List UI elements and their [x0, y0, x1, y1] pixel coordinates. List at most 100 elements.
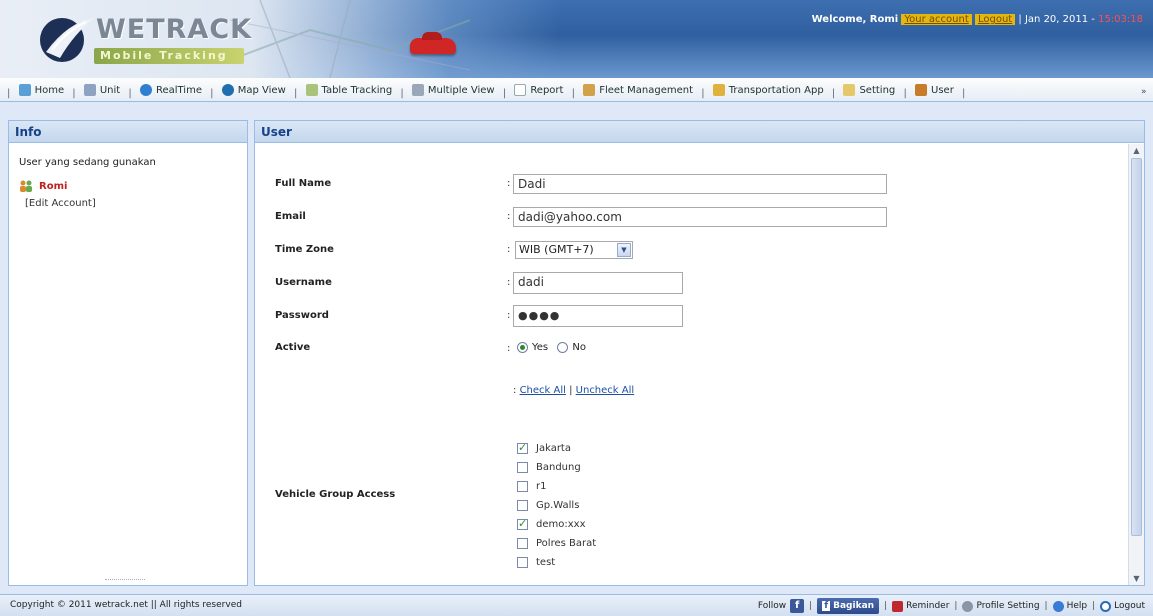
- menu-transportation-app[interactable]: Transportation App: [709, 78, 828, 102]
- vehicle-group-checkbox[interactable]: [517, 462, 528, 473]
- menu-user[interactable]: User: [911, 78, 958, 102]
- menu-label: Transportation App: [728, 84, 824, 96]
- vehicle-group-checkbox[interactable]: [517, 500, 528, 511]
- vehicle-group-name: test: [536, 557, 556, 568]
- footer-separator: |: [954, 601, 958, 611]
- scroll-up-icon[interactable]: ▲: [1132, 146, 1141, 155]
- user-icon: [915, 84, 928, 96]
- profile-setting-icon: [962, 600, 974, 612]
- colon: :: [507, 343, 511, 354]
- fleet-icon: [583, 84, 596, 96]
- footer-separator: |: [809, 601, 813, 611]
- footer-separator: |: [884, 601, 888, 611]
- colon: :: [507, 211, 511, 222]
- facebook-f-icon: f: [822, 601, 831, 611]
- scrollbar-thumb[interactable]: [1131, 158, 1142, 536]
- vehicle-group-checkbox[interactable]: [517, 441, 528, 454]
- report-icon: [514, 84, 527, 96]
- your-account-link[interactable]: Your account: [901, 14, 972, 25]
- password-label: Password: [275, 310, 329, 321]
- info-panel-body: User yang sedang gunakan Romi [Edit Acco…: [9, 143, 247, 223]
- vertical-scrollbar[interactable]: ▲ ▼: [1128, 144, 1144, 585]
- help-icon: [1052, 600, 1064, 612]
- header-time: 15:03:18: [1098, 14, 1143, 25]
- menu-label: Report: [530, 84, 564, 96]
- vehicle-group-name: demo:xxx: [536, 519, 586, 530]
- logout-icon: [1100, 600, 1112, 612]
- menu-label: Setting: [859, 84, 896, 96]
- facebook-icon[interactable]: f: [790, 599, 805, 613]
- globe-icon: [221, 84, 234, 96]
- vehicle-group-checkbox[interactable]: [517, 481, 528, 492]
- footer-logout-link[interactable]: Logout: [1114, 601, 1145, 611]
- user-form: Full Name : Dadi Email : dadi@yahoo.com …: [255, 144, 1128, 585]
- menu-label: Multiple View: [427, 84, 495, 96]
- menu-label: Unit: [99, 84, 121, 96]
- menu-separator: |: [903, 88, 907, 99]
- header-separator: |: [1018, 14, 1022, 25]
- realtime-icon: [139, 84, 152, 96]
- menu-home[interactable]: Home: [15, 78, 69, 102]
- facebook-share-button[interactable]: f Bagikan: [817, 598, 880, 614]
- menu-label: Home: [34, 84, 65, 96]
- menu-realtime[interactable]: RealTime: [136, 78, 206, 102]
- menu-label: User: [931, 84, 954, 96]
- menu-fleet-management[interactable]: Fleet Management: [579, 78, 697, 102]
- vehicle-group-name: Bandung: [536, 462, 581, 473]
- menu-label: Table Tracking: [321, 84, 393, 96]
- footer-separator: |: [1044, 601, 1048, 611]
- share-label: Bagikan: [833, 601, 875, 611]
- list-item: r1: [517, 477, 596, 496]
- home-icon: [18, 84, 31, 96]
- colon: :: [507, 244, 511, 255]
- menu-setting[interactable]: Setting: [839, 78, 899, 102]
- timezone-select[interactable]: WIB (GMT+7) ▼: [515, 241, 633, 259]
- active-yes-radio[interactable]: [517, 342, 528, 353]
- copyright-text: Copyright © 2011 wetrack.net || All righ…: [10, 600, 242, 610]
- chevron-down-icon[interactable]: ▼: [617, 243, 631, 257]
- vehicle-group-checkbox[interactable]: [517, 517, 528, 530]
- username-input[interactable]: dadi: [513, 272, 683, 294]
- car-illustration: [410, 32, 456, 54]
- panel-resize-handle[interactable]: [105, 579, 145, 583]
- info-panel: Info User yang sedang gunakan Romi [Edit…: [8, 120, 248, 586]
- footer-actions: Follow f | f Bagikan | Reminder | Profile…: [758, 598, 1145, 614]
- profile-setting-link[interactable]: Profile Setting: [976, 601, 1039, 611]
- menu-report[interactable]: Report: [510, 78, 567, 102]
- menu-separator: |: [502, 88, 507, 99]
- reminder-link[interactable]: Reminder: [906, 601, 949, 611]
- edit-account-link[interactable]: [Edit Account]: [25, 198, 237, 209]
- app-footer: Copyright © 2011 wetrack.net || All righ…: [0, 594, 1153, 616]
- vehicle-group-checkbox[interactable]: [517, 538, 528, 549]
- vehicle-group-label: Vehicle Group Access: [275, 489, 396, 500]
- vehicle-group-checkbox[interactable]: [517, 557, 528, 568]
- list-item: Gp.Walls: [517, 496, 596, 515]
- list-item: test: [517, 553, 596, 572]
- menu-separator: |: [831, 88, 836, 99]
- help-link[interactable]: Help: [1067, 601, 1088, 611]
- menu-separator: |: [571, 88, 576, 99]
- header-logout-link[interactable]: Logout: [974, 14, 1016, 25]
- full-name-input[interactable]: Dadi: [513, 174, 887, 194]
- email-input[interactable]: dadi@yahoo.com: [513, 207, 887, 227]
- logo-swoosh-icon: [40, 18, 94, 62]
- colon: :: [507, 277, 511, 288]
- uncheck-all-link[interactable]: Uncheck All: [576, 385, 635, 396]
- menu-multiple-view[interactable]: Multiple View: [408, 78, 499, 102]
- vehicle-group-name: r1: [536, 481, 547, 492]
- menu-map-view[interactable]: Map View: [218, 78, 290, 102]
- scroll-down-icon[interactable]: ▼: [1132, 574, 1141, 583]
- info-subtitle: User yang sedang gunakan: [19, 157, 156, 168]
- list-item: Bandung: [517, 458, 596, 477]
- menu-unit[interactable]: Unit: [80, 78, 124, 102]
- check-links: : Check All | Uncheck All: [513, 385, 634, 396]
- welcome-text: Welcome, Romi: [811, 14, 899, 25]
- menu-separator: |: [400, 88, 404, 99]
- check-all-link[interactable]: Check All: [520, 385, 566, 396]
- menu-table-tracking[interactable]: Table Tracking: [302, 78, 397, 102]
- timezone-label: Time Zone: [275, 244, 334, 255]
- menu-overflow-icon[interactable]: »: [1141, 87, 1149, 97]
- password-input[interactable]: ●●●●: [513, 305, 683, 327]
- wetrack-logo[interactable]: WETRACK Mobile Tracking: [38, 12, 268, 68]
- active-no-radio[interactable]: [557, 342, 569, 353]
